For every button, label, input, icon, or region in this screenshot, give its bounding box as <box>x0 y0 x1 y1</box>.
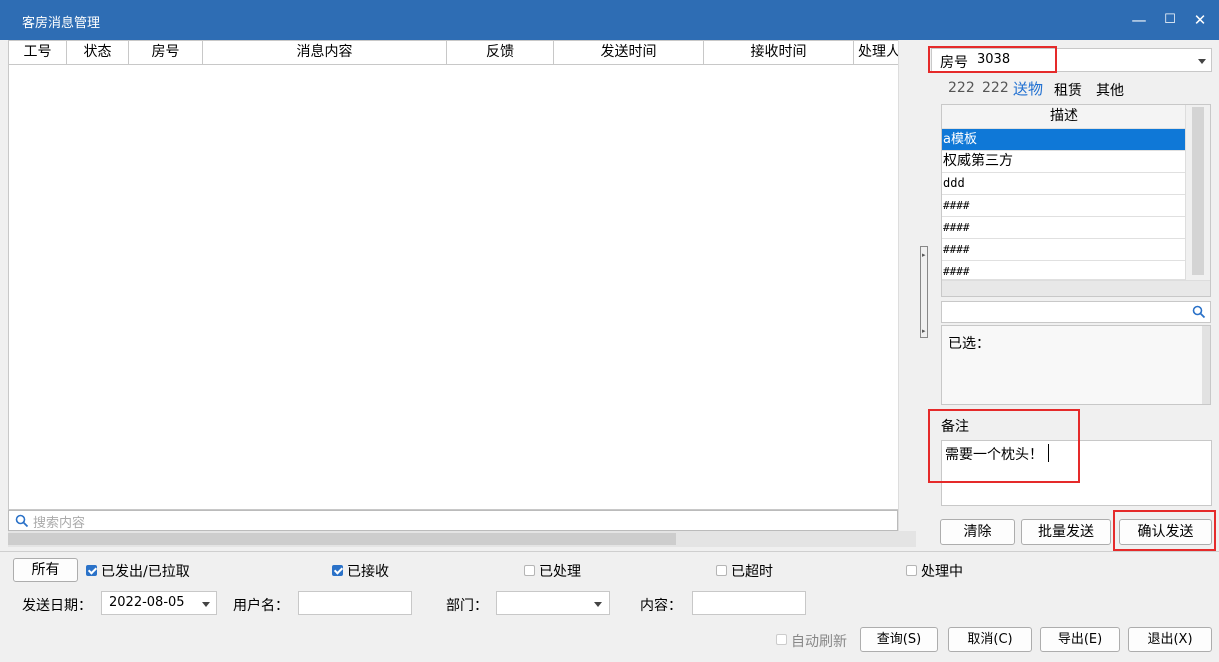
processed-checkbox[interactable] <box>524 565 535 576</box>
tab-deliver[interactable]: 送物 <box>1013 78 1043 99</box>
export-button[interactable]: 导出(E) <box>1040 627 1120 652</box>
scrollbar-thumb[interactable] <box>8 533 676 545</box>
department-label: 部门： <box>446 598 488 614</box>
batch-send-button[interactable]: 批量发送 <box>1021 519 1111 545</box>
send-date-picker[interactable]: 2022-08-05 <box>101 591 217 615</box>
col-header-receive-time[interactable]: 接收时间 <box>704 41 854 65</box>
col-header-status[interactable]: 状态 <box>67 41 129 65</box>
list-item-selected[interactable]: a模板 <box>942 129 1185 151</box>
content-label: 内容： <box>640 598 682 614</box>
tab-222-b[interactable]: 222 <box>982 80 1009 96</box>
list-item[interactable]: #### <box>942 239 1185 261</box>
send-date-value: 2022-08-05 <box>109 595 185 610</box>
timeout-checkbox[interactable] <box>716 565 727 576</box>
clear-button[interactable]: 清除 <box>940 519 1015 545</box>
close-button[interactable]: ✕ <box>1187 8 1213 32</box>
list-horizontal-scrollbar[interactable] <box>942 280 1210 296</box>
tab-rent[interactable]: 租赁 <box>1054 80 1082 100</box>
processing-label[interactable]: 处理中 <box>921 561 963 581</box>
username-input[interactable] <box>298 591 412 615</box>
cancel-button[interactable]: 取消(C) <box>948 627 1032 652</box>
all-button[interactable]: 所有 <box>13 558 78 582</box>
list-item[interactable]: #### <box>942 261 1185 280</box>
selected-label: 已选： <box>948 336 990 352</box>
content-input[interactable] <box>692 591 806 615</box>
col-header-room[interactable]: 房号 <box>129 41 203 65</box>
description-list[interactable]: 描述 a模板 权威第三方 ddd #### #### #### #### <box>941 104 1211 297</box>
exit-button[interactable]: 退出(X) <box>1128 627 1212 652</box>
highlight-box-room <box>928 46 1057 73</box>
col-header-staff-no[interactable]: 工号 <box>9 41 67 65</box>
grid-search-box[interactable]: 搜索内容 <box>8 510 898 531</box>
received-checkbox[interactable] <box>332 565 343 576</box>
message-grid[interactable]: 工号 状态 房号 消息内容 反馈 发送时间 接收时间 处理人 <box>8 40 916 510</box>
divider <box>0 551 1219 552</box>
search-icon <box>15 514 29 528</box>
search-placeholder: 搜索内容 <box>33 516 86 531</box>
list-item[interactable]: #### <box>942 217 1185 239</box>
query-button[interactable]: 查询(S) <box>860 627 938 652</box>
sent-pulled-label[interactable]: 已发出/已拉取 <box>101 561 190 581</box>
chevron-down-icon[interactable] <box>202 602 210 607</box>
auto-refresh-checkbox[interactable] <box>776 634 787 645</box>
col-header-send-time[interactable]: 发送时间 <box>554 41 704 65</box>
highlight-box-confirm <box>1113 510 1216 551</box>
list-search-input[interactable] <box>941 301 1211 323</box>
col-header-handler[interactable]: 处理人 <box>854 41 900 65</box>
auto-refresh-label[interactable]: 自动刷新 <box>791 631 847 651</box>
chevron-down-icon[interactable] <box>1198 59 1206 64</box>
list-item[interactable]: 权威第三方 <box>942 151 1185 173</box>
tab-222-a[interactable]: 222 <box>948 80 975 96</box>
scrollbar-thumb[interactable] <box>1192 107 1204 275</box>
description-header: 描述 <box>942 105 1185 129</box>
col-header-feedback[interactable]: 反馈 <box>447 41 554 65</box>
highlight-box-remark <box>928 409 1080 483</box>
send-date-label: 发送日期： <box>22 598 92 614</box>
tab-other[interactable]: 其他 <box>1096 80 1124 100</box>
list-vertical-scrollbar[interactable] <box>1185 105 1210 280</box>
search-icon[interactable] <box>1192 305 1206 319</box>
username-label: 用户名： <box>233 598 289 614</box>
maximize-button[interactable]: ☐ <box>1157 8 1183 32</box>
sent-pulled-checkbox[interactable] <box>86 565 97 576</box>
received-label[interactable]: 已接收 <box>347 561 389 581</box>
selected-scrollbar[interactable] <box>1202 326 1210 404</box>
splitter-arrow-icon: ▸ <box>922 251 926 259</box>
department-select[interactable] <box>496 591 610 615</box>
list-item[interactable]: ddd <box>942 173 1185 195</box>
title-bar: 客房消息管理 — ☐ ✕ <box>0 0 1219 40</box>
minimize-button[interactable]: — <box>1126 8 1152 32</box>
processing-checkbox[interactable] <box>906 565 917 576</box>
col-header-message[interactable]: 消息内容 <box>203 41 447 65</box>
selected-items-box[interactable]: 已选： <box>941 325 1211 405</box>
panel-splitter[interactable]: ▸ ▸ <box>920 246 928 338</box>
grid-horizontal-scrollbar[interactable] <box>8 531 916 547</box>
grid-vertical-scrollbar[interactable] <box>898 40 916 531</box>
timeout-label[interactable]: 已超时 <box>731 561 773 581</box>
list-item[interactable]: #### <box>942 195 1185 217</box>
window-title: 客房消息管理 <box>22 16 101 31</box>
splitter-arrow-icon: ▸ <box>922 327 926 335</box>
chevron-down-icon[interactable] <box>594 602 602 607</box>
processed-label[interactable]: 已处理 <box>539 561 581 581</box>
